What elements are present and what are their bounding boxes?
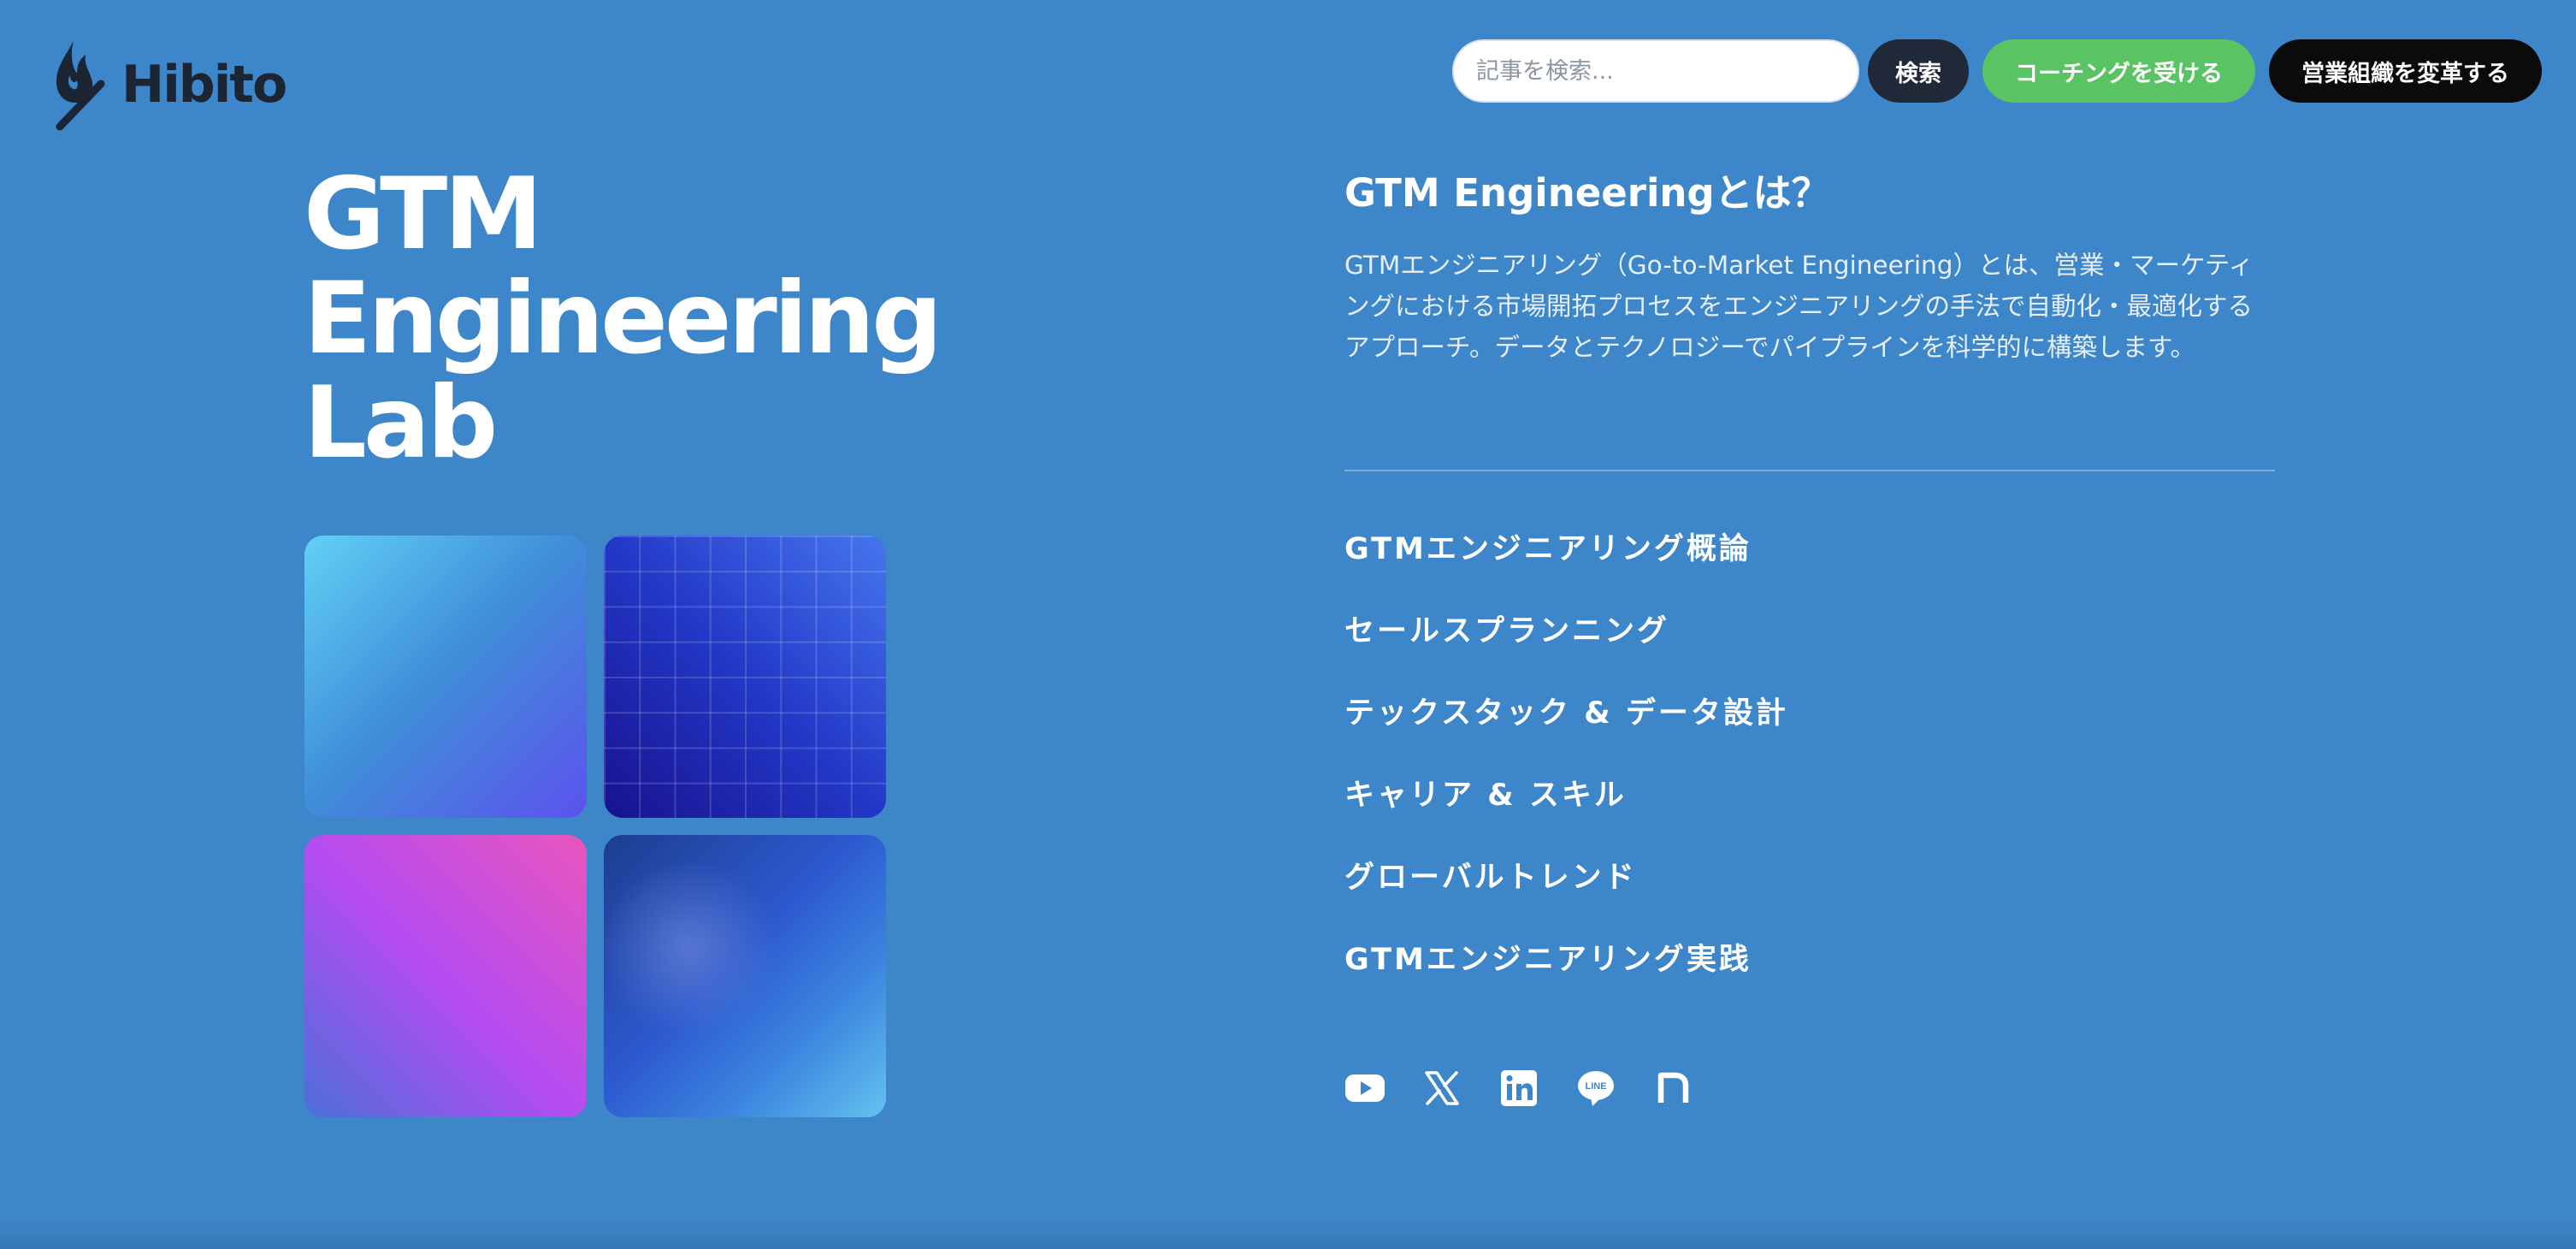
note-link[interactable] xyxy=(1652,1068,1693,1109)
line-icon: LINE xyxy=(1578,1071,1614,1106)
line-link[interactable]: LINE xyxy=(1575,1068,1616,1109)
search-input[interactable] xyxy=(1452,39,1859,103)
youtube-link[interactable] xyxy=(1344,1068,1385,1109)
nav-item: テックスタック & データ設計 xyxy=(1344,690,1788,772)
hero-title-line-3: Lab xyxy=(304,365,498,481)
bottom-shadow xyxy=(0,1220,2576,1249)
purple-gradient-tile xyxy=(304,835,587,1117)
hibito-logo[interactable]: Hibito xyxy=(48,38,287,132)
gradient-tile xyxy=(304,536,587,818)
nav-link-gtm-practice[interactable]: GTMエンジニアリング実践 xyxy=(1344,936,1752,984)
nav-link-tech-stack[interactable]: テックスタック & データ設計 xyxy=(1344,690,1788,737)
coaching-button[interactable]: コーチングを受ける xyxy=(1982,39,2255,103)
hero-title: GTM Engineering Lab xyxy=(304,157,942,481)
hero-title-line-2: Engineering xyxy=(304,261,942,376)
nav-item: キャリア & スキル xyxy=(1344,772,1788,854)
social-links: LINE xyxy=(1344,1068,1693,1109)
nav-item: GTMエンジニアリング実践 xyxy=(1344,936,1788,1018)
nav-link-global-trend[interactable]: グローバルトレンド xyxy=(1344,854,1637,902)
search-button[interactable]: 検索 xyxy=(1868,39,1969,103)
x-link[interactable] xyxy=(1421,1068,1462,1109)
about-description: GTMエンジニアリング（Go-to-Market Engineering）とは、… xyxy=(1344,251,2254,362)
about-title: GTM Engineeringとは？ xyxy=(1344,170,1830,216)
section-divider xyxy=(1344,470,2275,471)
flame-match-icon xyxy=(56,41,105,131)
about-section: GTM Engineeringとは？ GTMエンジニアリング（Go-to-Mar… xyxy=(1344,168,2277,368)
nav-link-gtm-overview[interactable]: GTMエンジニアリング概論 xyxy=(1344,525,1752,573)
linkedin-icon xyxy=(1501,1070,1537,1106)
nav-item: グローバルトレンド xyxy=(1344,854,1788,936)
youtube-icon xyxy=(1345,1074,1385,1102)
linkedin-link[interactable] xyxy=(1498,1068,1539,1109)
blue-glow-tile xyxy=(604,835,886,1117)
transform-sales-org-button[interactable]: 営業組織を変革する xyxy=(2269,39,2542,103)
grid-tile xyxy=(604,536,886,818)
line-icon-label: LINE xyxy=(1585,1081,1606,1092)
hero-tiles xyxy=(304,536,886,1117)
x-icon xyxy=(1425,1071,1459,1105)
nav-link-career-skill[interactable]: キャリア & スキル xyxy=(1344,772,1627,820)
note-icon xyxy=(1657,1072,1689,1103)
nav-item: セールスプランニング xyxy=(1344,607,1788,690)
nav-link-sales-planning[interactable]: セールスプランニング xyxy=(1344,607,1669,655)
nav-item: GTMエンジニアリング概論 xyxy=(1344,525,1788,607)
hero-title-line-1: GTM xyxy=(304,157,543,272)
page: Hibito 検索 コーチングを受ける 営業組織を変革する GTM Engine… xyxy=(0,0,2576,1249)
category-nav: GTMエンジニアリング概論 セールスプランニング テックスタック & データ設計… xyxy=(1344,525,1788,1018)
logo-text: Hibito xyxy=(121,55,287,115)
header-actions: 検索 コーチングを受ける 営業組織を変革する xyxy=(1452,38,2542,104)
